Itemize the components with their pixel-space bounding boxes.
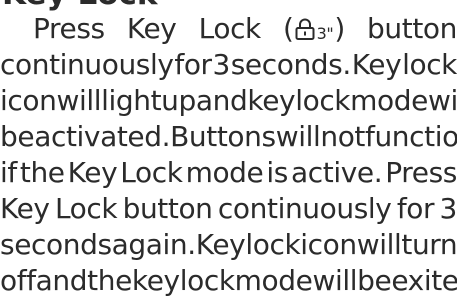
paragraph-line-5: if the Key Lock mode is active. Press [0, 156, 457, 189]
word-lock: Lock [198, 12, 262, 45]
paren-open: ( [283, 12, 294, 45]
paragraph-line-6: Key Lock button continuously for 3 [0, 192, 457, 225]
paragraph-line-2: continuously for 3 seconds. Key lock [0, 48, 457, 81]
paragraph-line-4: beactivated.Buttonswillnotfunction [0, 120, 457, 153]
paragraph-line-7: seconds again. Key lock icon will turn [0, 228, 457, 261]
lock-icon [295, 18, 315, 40]
word-button: button [367, 12, 457, 45]
paragraph-line-3: iconwilllightupandkeylockmodewill [0, 84, 457, 117]
instruction-paragraph: Press Key Lock ( 3" ) button continuousl… [0, 11, 457, 299]
lock-duration-subscript: 3" [316, 24, 334, 43]
section-heading: Key Lock [2, 0, 158, 10]
word-press: Press [33, 12, 105, 45]
key-lock-symbol: ( 3" ) [283, 11, 345, 47]
paren-close: ) [334, 12, 345, 45]
paragraph-line-1: Press Key Lock ( 3" ) button [0, 11, 457, 47]
word-key: Key [126, 12, 177, 45]
paragraph-line-8: offandthekeylockmodewillbeexite. [0, 264, 457, 297]
